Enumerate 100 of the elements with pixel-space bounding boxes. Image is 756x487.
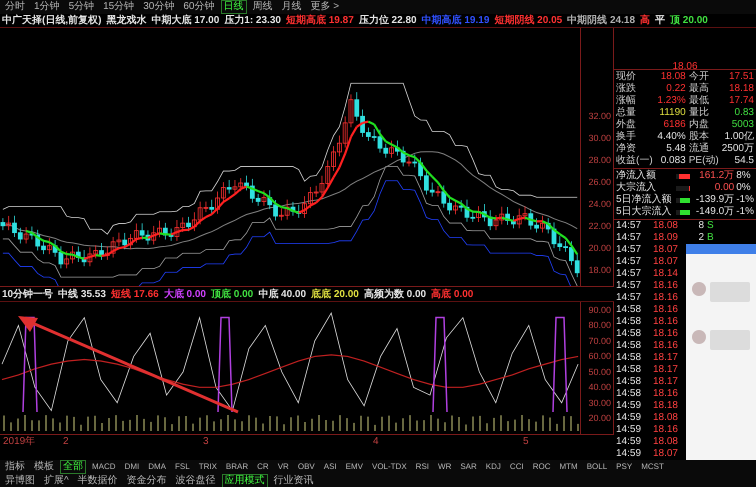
indicator-tab[interactable]: PSY xyxy=(613,460,636,474)
fund-flow-label: 5日净流入额 xyxy=(616,194,673,206)
fund-flow-label: 净流入额 xyxy=(616,170,657,182)
trade-price: 18.17 xyxy=(652,352,678,364)
fund-flow-value: -149.0万 xyxy=(694,206,734,218)
quote-label: 现价 xyxy=(616,71,637,82)
trade-time: 14:58 xyxy=(616,340,642,352)
indicator-tab[interactable]: CR xyxy=(254,460,272,474)
avatar-icon xyxy=(692,330,706,344)
indicator-tab[interactable]: 指标 xyxy=(2,460,28,474)
message-bubble xyxy=(710,282,750,302)
bottom-tab[interactable]: 行业资讯 xyxy=(270,474,317,487)
indicator-tab[interactable]: RSI xyxy=(412,460,432,474)
period-tab[interactable]: 15分钟 xyxy=(100,0,138,14)
quote-value: 0.83 xyxy=(734,107,754,119)
quote-value: 6186 xyxy=(662,119,686,131)
fund-flow-label: 5日大宗流入 xyxy=(616,206,673,218)
period-tab[interactable]: 60分钟 xyxy=(180,0,218,14)
indicator-value: 压力位 22.80 xyxy=(358,14,417,27)
indicator-tab[interactable]: DMI xyxy=(122,460,142,474)
trade-price: 18.16 xyxy=(652,328,678,340)
fund-flow-value: 161.2万 xyxy=(698,170,734,182)
indicator-tab[interactable]: BOLL xyxy=(584,460,610,474)
quote-label: 量比 xyxy=(688,107,710,118)
indicator-value: 短期高底 19.87 xyxy=(286,14,354,27)
trade-price: 18.18 xyxy=(652,400,678,412)
indicator-tab[interactable]: VOL-TDX xyxy=(369,460,410,474)
fund-flow-percent: -1% xyxy=(736,194,754,206)
trade-time: 14:57 xyxy=(616,220,642,232)
indicator-value: 短期阴线 20.05 xyxy=(494,14,562,27)
period-tab[interactable]: 30分钟 xyxy=(140,0,178,14)
indicator-tab[interactable]: ASI xyxy=(320,460,340,474)
trade-time: 14:57 xyxy=(616,232,642,244)
trade-time: 14:59 xyxy=(616,448,642,460)
trade-price: 18.16 xyxy=(652,340,678,352)
trade-time: 14:57 xyxy=(616,256,642,268)
indicator-tab[interactable]: TRIX xyxy=(196,460,220,474)
axis-label: 90.00 xyxy=(588,304,611,316)
trade-time: 14:59 xyxy=(616,412,642,424)
period-tab[interactable]: 更多 > xyxy=(308,0,342,14)
indicator-tab[interactable]: OBV xyxy=(294,460,318,474)
trade-side: B xyxy=(706,232,715,244)
axis-label: 20.00 xyxy=(588,412,611,424)
indicator-tab[interactable]: MACD xyxy=(89,460,119,474)
period-tab[interactable]: 日线 xyxy=(220,0,246,14)
bottom-tab[interactable]: 异博图 xyxy=(2,474,38,487)
quote-label: 总量 xyxy=(616,107,637,119)
period-tab[interactable]: 分时 xyxy=(2,0,28,14)
indicator-tab[interactable]: MCST xyxy=(638,460,667,474)
price-axis-label: 22.00 xyxy=(587,220,612,233)
date-label: 2019年 xyxy=(3,435,36,448)
date-label: 5 xyxy=(523,435,530,448)
axis-label: 30.00 xyxy=(588,396,611,409)
indicator-value: 中底 40.00 xyxy=(258,288,306,300)
trade-time: 14:58 xyxy=(616,304,642,316)
quote-value: 54.5 xyxy=(734,155,754,167)
trade-price: 18.08 xyxy=(652,412,678,424)
bottom-tab[interactable]: 资金分布 xyxy=(124,474,170,487)
indicator-tab[interactable]: DMA xyxy=(145,460,170,474)
trade-price: 18.16 xyxy=(652,292,678,304)
quote-label: 净资 xyxy=(616,143,637,155)
indicator-value: 平 xyxy=(655,14,666,27)
indicator-tab[interactable]: 模板 xyxy=(31,460,57,474)
price-axis-label: 26.00 xyxy=(587,176,612,189)
period-tab[interactable]: 5分钟 xyxy=(66,0,98,14)
quote-value: 18.18 xyxy=(728,83,754,95)
trade-price: 18.07 xyxy=(652,244,678,256)
axis-label: 50.00 xyxy=(588,366,611,378)
date-label: 3 xyxy=(203,435,210,448)
indicator-tab[interactable]: CCI xyxy=(506,460,527,474)
period-tab[interactable]: 周线 xyxy=(250,0,276,14)
bottom-tab[interactable]: 半数据价 xyxy=(74,474,121,487)
indicator-value: 大底 0.00 xyxy=(164,288,206,300)
trade-time: 14:58 xyxy=(616,328,642,340)
indicator-tab[interactable]: ROC xyxy=(530,460,554,474)
quote-value: 18.08 xyxy=(660,71,686,83)
indicator-tab[interactable]: EMV xyxy=(342,460,366,474)
trade-time: 14:58 xyxy=(616,388,642,400)
quote-value: 17.51 xyxy=(728,71,754,83)
date-label: 4 xyxy=(373,435,380,448)
indicator-tab[interactable]: SAR xyxy=(457,460,480,474)
trade-price: 18.07 xyxy=(652,448,678,460)
trade-price: 18.16 xyxy=(652,280,678,292)
indicator-value: 10分钟一号 xyxy=(2,288,54,300)
indicator-tab[interactable]: 全部 xyxy=(60,460,86,474)
trade-price: 18.16 xyxy=(652,388,678,400)
period-tab[interactable]: 月线 xyxy=(278,0,304,14)
trade-time: 14:58 xyxy=(616,352,642,364)
indicator-tab[interactable]: WR xyxy=(435,460,454,474)
indicator-tab[interactable]: BRAR xyxy=(222,460,252,474)
bottom-tab[interactable]: 波谷盘径 xyxy=(172,474,219,487)
trade-time: 14:59 xyxy=(616,424,642,436)
bottom-tab[interactable]: 应用模式 xyxy=(222,474,268,487)
indicator-tab[interactable]: FSL xyxy=(172,460,193,474)
quote-value: 17.74 xyxy=(728,95,754,107)
period-tab[interactable]: 1分钟 xyxy=(31,0,63,14)
indicator-tab[interactable]: MTM xyxy=(556,460,581,474)
indicator-tab[interactable]: VR xyxy=(274,460,292,474)
bottom-tab[interactable]: 扩展^ xyxy=(41,474,72,487)
indicator-tab[interactable]: KDJ xyxy=(482,460,504,474)
